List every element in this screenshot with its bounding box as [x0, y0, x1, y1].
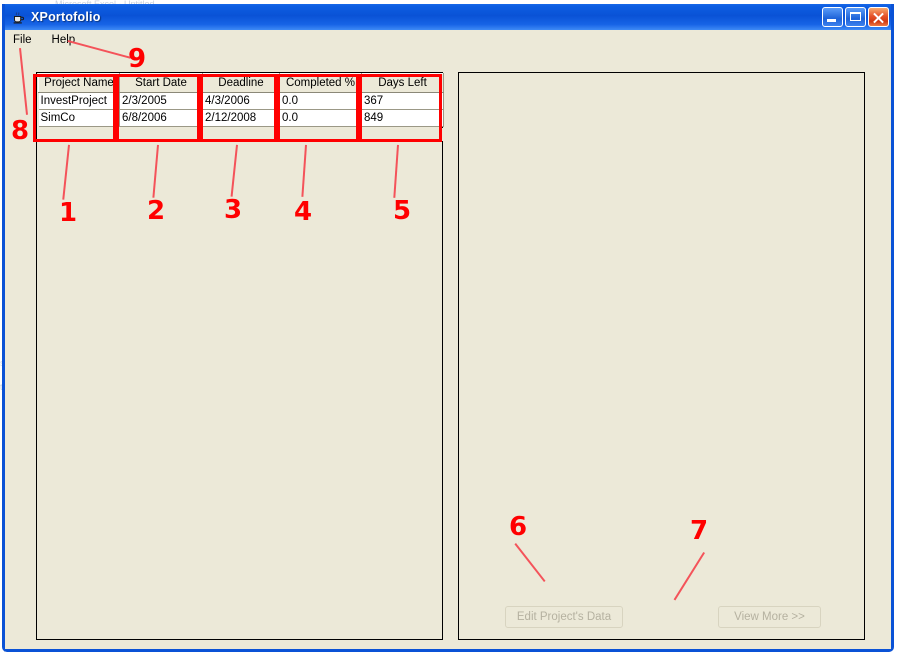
maximize-button[interactable]: [845, 7, 866, 27]
projects-panel: Project Name Start Date Deadline Complet…: [36, 72, 444, 640]
projects-table[interactable]: Project Name Start Date Deadline Complet…: [38, 73, 444, 127]
details-panel: Edit Project's Data View More >>: [458, 72, 865, 640]
client-area: Project Name Start Date Deadline Complet…: [5, 49, 891, 649]
cell-project-name[interactable]: InvestProject: [38, 92, 120, 110]
title-bar[interactable]: XPortofolio: [5, 4, 891, 30]
view-more-button[interactable]: View More >>: [718, 606, 821, 628]
cell-days-left[interactable]: 849: [361, 109, 444, 127]
cell-deadline[interactable]: 4/3/2006: [202, 92, 280, 110]
table-empty-viewport: [38, 128, 443, 141]
edit-project-data-button[interactable]: Edit Project's Data: [505, 606, 623, 628]
minimize-button[interactable]: [822, 7, 843, 27]
table-row[interactable]: SimCo 6/8/2006 2/12/2008 0.0 849: [38, 109, 444, 127]
menu-bar: File Help: [5, 30, 891, 49]
column-completed-pct[interactable]: Completed %: [279, 73, 362, 93]
cell-start-date[interactable]: 2/3/2005: [119, 92, 203, 110]
java-coffee-cup-icon: [10, 9, 26, 25]
table-header-row: Project Name Start Date Deadline Complet…: [38, 73, 444, 93]
cell-days-left[interactable]: 367: [361, 92, 444, 110]
table-row[interactable]: InvestProject 2/3/2005 4/3/2006 0.0 367: [38, 92, 444, 110]
cell-completed-pct[interactable]: 0.0: [279, 92, 362, 110]
file-menu[interactable]: File: [11, 33, 40, 47]
window-title: XPortofolio: [31, 10, 101, 24]
column-deadline[interactable]: Deadline: [202, 73, 280, 93]
cell-project-name[interactable]: SimCo: [38, 109, 120, 127]
cell-deadline[interactable]: 2/12/2008: [202, 109, 280, 127]
close-button[interactable]: [868, 7, 889, 27]
cell-completed-pct[interactable]: 0.0: [279, 109, 362, 127]
help-menu[interactable]: Help: [50, 33, 84, 47]
column-days-left[interactable]: Days Left: [361, 73, 444, 93]
column-start-date[interactable]: Start Date: [119, 73, 203, 93]
column-project-name[interactable]: Project Name: [38, 73, 120, 93]
application-window: XPortofolio File Help Project Name Start…: [2, 4, 894, 652]
cell-start-date[interactable]: 6/8/2006: [119, 109, 203, 127]
